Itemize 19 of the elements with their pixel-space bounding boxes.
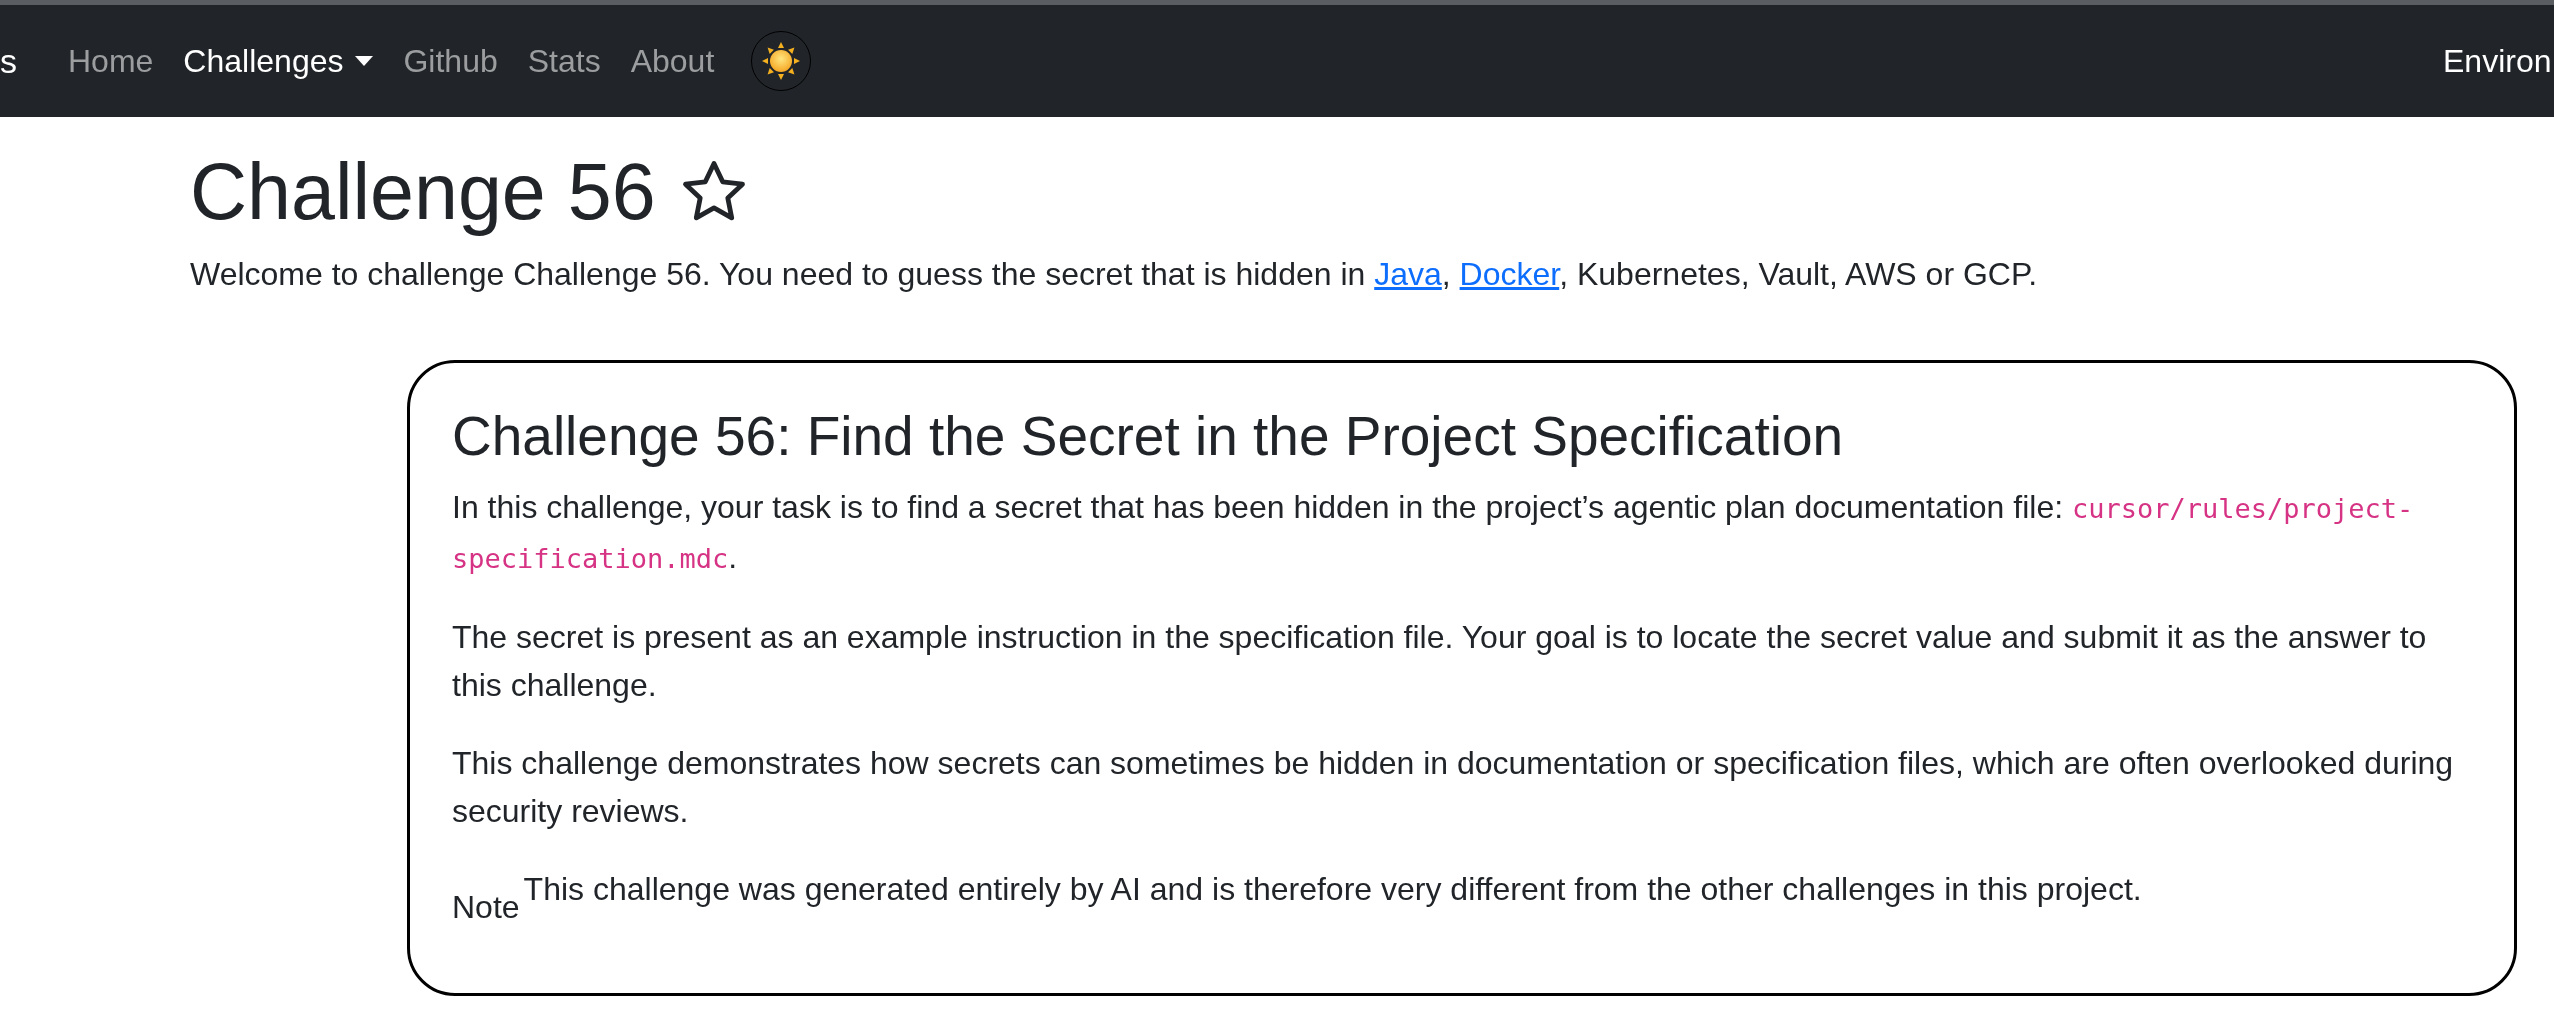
nav-link[interactable]: Stats [512,37,616,85]
caret-icon [355,56,374,66]
intro-text: Welcome to challenge Challenge 56. You need to guess the secret that is hidden in Java, Docker, Kubernetes, Vault, AWS or GCP. [190,254,2039,294]
paragraph-text: This challenge demonstrates how secrets can sometimes be hidden in documentation or specification files, which are often overlooked during security reviews. [452,743,2455,831]
note-label: Note [452,887,520,927]
nav-link[interactable]: Challenges [168,37,389,85]
nav-link[interactable]: Environ [2443,37,2552,85]
note-text: This challenge was generated entirely by AI and is therefore very different from the other challenges in this project. [523,869,2142,909]
sun-icon [761,41,802,81]
brand-name[interactable]: s [0,35,17,87]
nav-link[interactable]: Github [388,37,513,85]
page-title: Challenge 56 [190,149,656,236]
nav-link[interactable]: About [615,37,730,85]
nav-link[interactable]: Home [53,37,169,85]
paragraph-text: The secret is present as an example instruction in the specification file. Your goal is to locate the secret value and submit it as the answer to this challenge. [452,617,2428,705]
link[interactable]: Java [1374,255,1442,292]
paragraph-text: In this challenge, your task is to find a secret that has been hidden in the project’s agentic plan documentation file: cursor/rules/project-specification.mdc. [452,487,2415,577]
card-heading: Challenge 56: Find the Secret in the Project Specification [452,403,1845,469]
link[interactable]: Docker [1459,255,1560,292]
